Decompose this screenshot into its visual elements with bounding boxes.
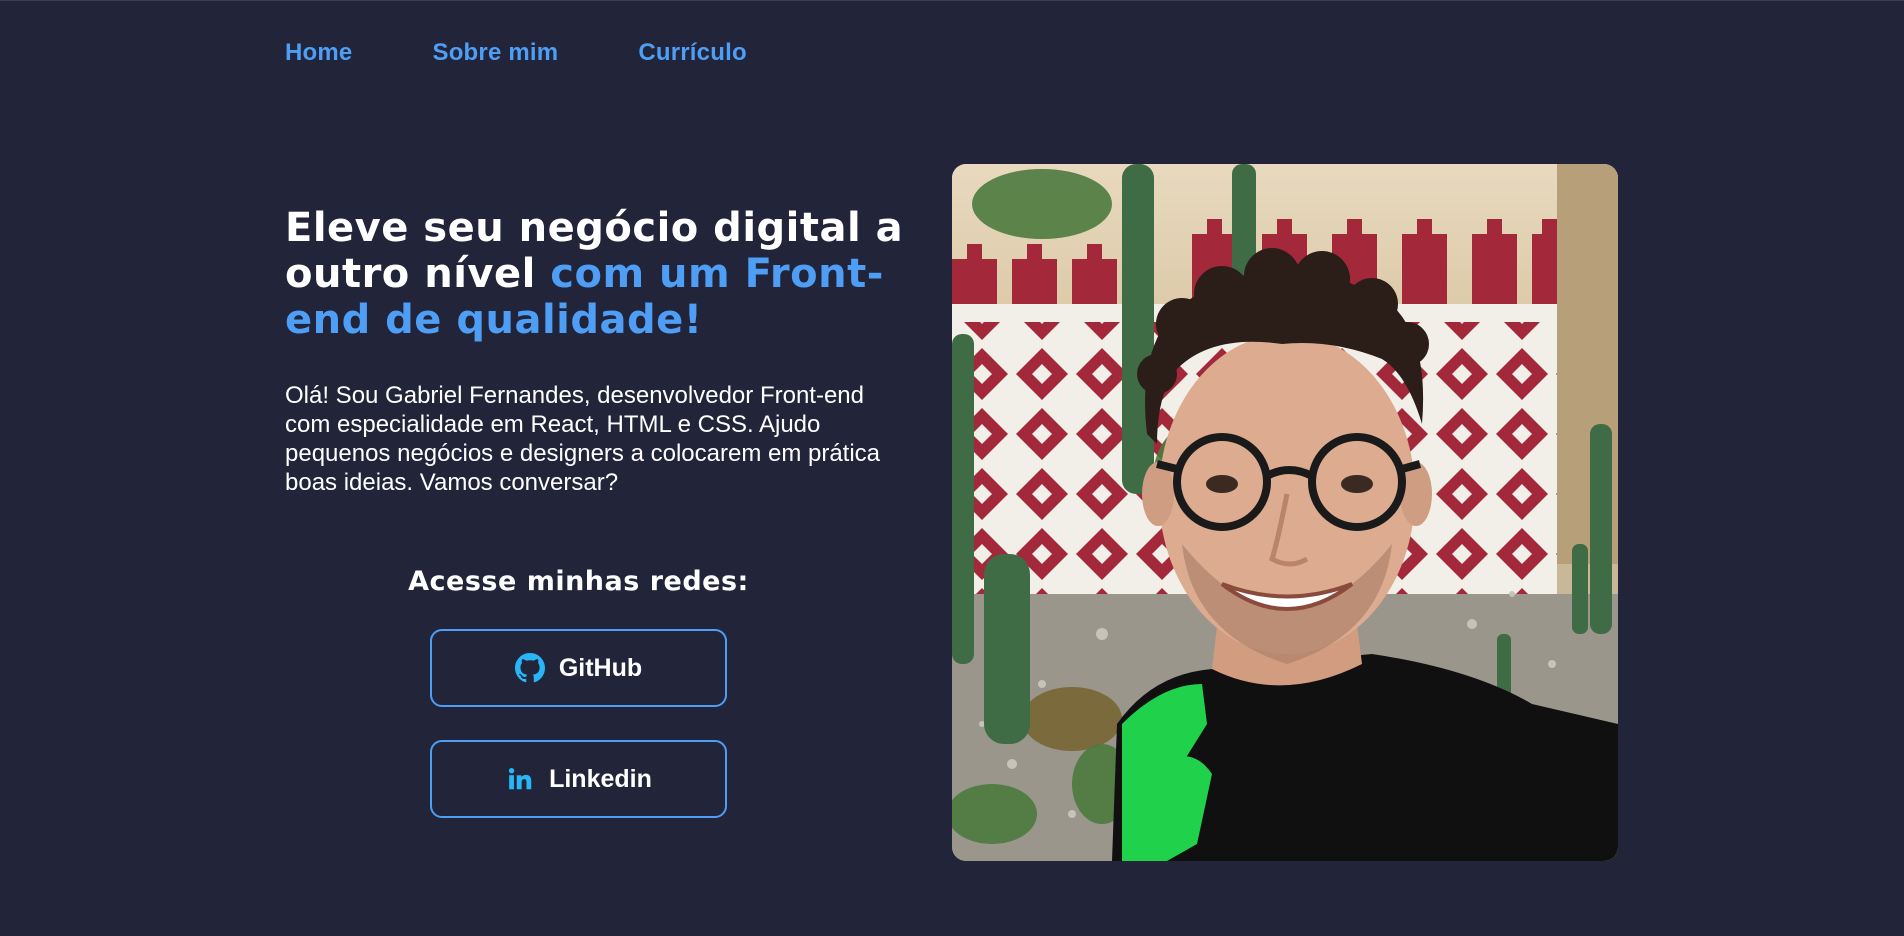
nav-about-link[interactable]: Sobre mim [432, 39, 558, 67]
intro-paragraph: Olá! Sou Gabriel Fernandes, desenvolvedo… [285, 382, 881, 496]
github-button-label: GitHub [558, 653, 643, 682]
page: Home Sobre mim Currículo Eleve seu negóc… [0, 0, 1904, 936]
socials-title: Acesse minhas redes: [408, 566, 749, 597]
nav-home-link[interactable]: Home [285, 39, 352, 67]
hero-headline: Eleve seu negócio digital a outro nível … [285, 205, 905, 343]
linkedin-button[interactable]: Linkedin [430, 740, 727, 818]
linkedin-icon [505, 764, 535, 794]
linkedin-button-label: Linkedin [549, 764, 652, 793]
github-button[interactable]: GitHub [430, 629, 727, 707]
nav-resume-link[interactable]: Currículo [638, 39, 746, 67]
profile-photo [952, 164, 1618, 861]
github-icon [514, 653, 545, 683]
top-nav: Home Sobre mim Currículo [285, 39, 747, 67]
